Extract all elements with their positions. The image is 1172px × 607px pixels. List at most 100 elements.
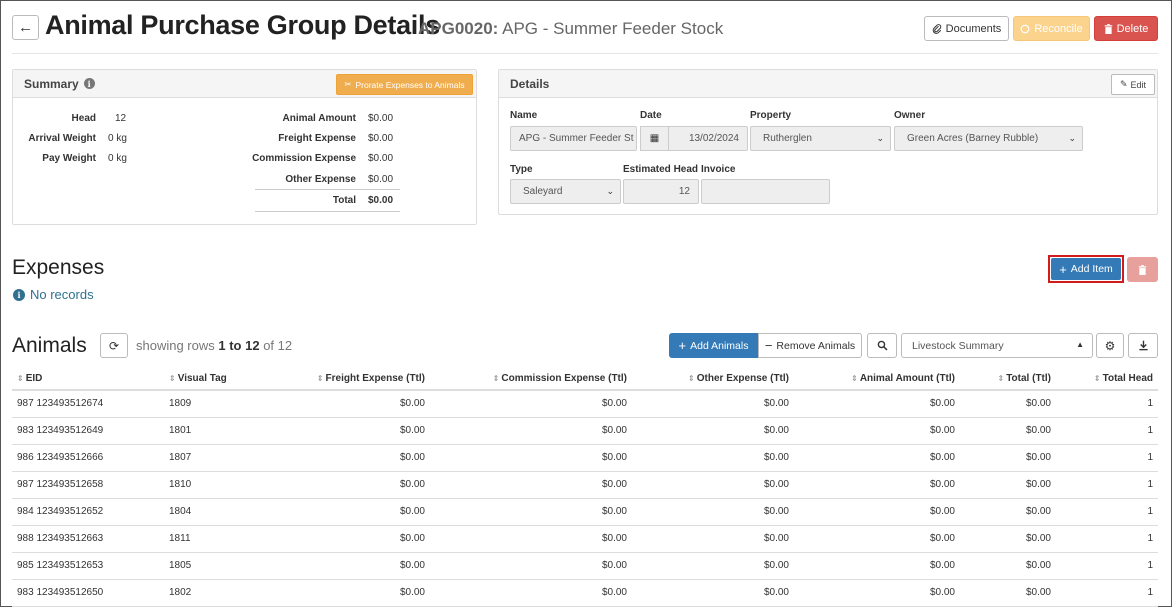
table-cell: $0.00 <box>794 525 960 553</box>
table-cell: $0.00 <box>960 417 1056 445</box>
table-row[interactable]: 987 123493512658 1810 $0.00 $0.00 $0.00 $0.00… <box>12 471 1158 499</box>
table-row[interactable]: 985 123493512653 1805 $0.00 $0.00 $0.00 $0.00… <box>12 552 1158 580</box>
table-cell: 1 <box>1056 525 1158 553</box>
column-header-total-head[interactable]: ⇕ Total Head <box>1056 367 1158 391</box>
column-header-label: Other Expense (Ttl) <box>696 372 789 384</box>
column-header-eid[interactable]: ⇕ EID <box>12 367 164 391</box>
table-cell: 984 123493512652 <box>12 498 164 526</box>
download-button[interactable] <box>1128 333 1158 358</box>
paperclip-icon <box>932 23 941 34</box>
table-cell: 1 <box>1056 552 1158 580</box>
pay-weight-label: Pay Weight <box>42 153 96 164</box>
table-row[interactable]: 987 123493512674 1809 $0.00 $0.00 $0.00 $0.00… <box>12 390 1158 418</box>
property-label: Property <box>750 110 792 121</box>
invoice-label: Invoice <box>701 164 736 175</box>
property-select[interactable]: Rutherglen ⌄ <box>750 126 891 151</box>
column-header-total[interactable]: ⇕ Total (Ttl) <box>960 367 1056 391</box>
animal-amount-label: Animal Amount <box>282 113 356 124</box>
delete-expense-button[interactable] <box>1127 257 1158 282</box>
documents-button[interactable]: Documents <box>924 16 1009 41</box>
row-range: 1 to 12 <box>218 338 260 353</box>
table-cell: $0.00 <box>960 498 1056 526</box>
summary-panel-header: Summary i ✂ Prorate Expenses to Animals <box>13 70 476 98</box>
refresh-icon: ⟳ <box>108 338 120 353</box>
type-label: Type <box>510 164 533 175</box>
sort-icon: ⇕ <box>851 373 858 383</box>
settings-button[interactable]: ⚙ <box>1096 333 1124 358</box>
table-cell: 1801 <box>164 417 304 445</box>
table-row[interactable]: 984 123493512652 1804 $0.00 $0.00 $0.00 $0.00… <box>12 498 1158 526</box>
download-icon <box>1138 340 1148 351</box>
table-row[interactable]: 986 123493512666 1807 $0.00 $0.00 $0.00 $0.00… <box>12 444 1158 472</box>
remove-animals-label: Remove Animals <box>776 339 856 352</box>
reconcile-button[interactable]: Reconcile <box>1013 16 1090 41</box>
plus-icon: + <box>1059 261 1067 277</box>
type-select[interactable]: Saleyard ⌄ <box>510 179 621 204</box>
estimated-head-field[interactable]: 12 <box>623 179 699 204</box>
column-header-visual-tag[interactable]: ⇕ Visual Tag <box>164 367 304 391</box>
prorate-expenses-button[interactable]: ✂ Prorate Expenses to Animals <box>336 74 473 95</box>
freight-expense-value: $0.00 <box>368 133 394 144</box>
refresh-button[interactable]: ⟳ <box>100 333 128 358</box>
column-header-commission-expense[interactable]: ⇕ Commission Expense (Ttl) <box>430 367 632 391</box>
info-icon[interactable]: i <box>83 78 95 89</box>
page-subtitle: APG0020: APG - Summer Feeder Stock <box>418 19 723 39</box>
total-label: Total <box>332 195 356 206</box>
column-header-label: Animal Amount (Ttl) <box>859 372 955 384</box>
invoice-field[interactable] <box>701 179 830 204</box>
table-cell: $0.00 <box>632 579 794 607</box>
name-value: APG - Summer Feeder St <box>519 133 634 144</box>
trash-icon <box>1138 264 1147 275</box>
owner-select[interactable]: Green Acres (Barney Rubble) ⌄ <box>894 126 1083 151</box>
prorate-label: Prorate Expenses to Animals <box>355 79 465 90</box>
search-icon <box>877 340 888 351</box>
chevron-down-icon: ⌄ <box>606 186 614 196</box>
column-header-freight-expense[interactable]: ⇕ Freight Expense (Ttl) <box>304 367 430 391</box>
table-row[interactable]: 983 123493512649 1801 $0.00 $0.00 $0.00 $0.00… <box>12 417 1158 445</box>
column-header-other-expense[interactable]: ⇕ Other Expense (Ttl) <box>632 367 794 391</box>
table-cell: $0.00 <box>794 579 960 607</box>
date-field[interactable]: 13/02/2024 <box>668 126 748 151</box>
search-button[interactable] <box>867 333 897 358</box>
remove-animals-button[interactable]: − Remove Animals <box>758 333 862 358</box>
summary-title: Summary <box>24 76 79 91</box>
column-header-label: Commission Expense (Ttl) <box>501 372 627 384</box>
calendar-icon[interactable]: ▦ <box>640 126 669 151</box>
column-header-animal-amount[interactable]: ⇕ Animal Amount (Ttl) <box>794 367 960 391</box>
sort-icon: ⇕ <box>17 373 24 383</box>
add-animals-button[interactable]: + Add Animals <box>669 333 758 358</box>
back-button[interactable]: ← <box>12 15 39 40</box>
table-cell: $0.00 <box>430 552 632 580</box>
details-panel-header: Details ✎ Edit <box>499 70 1157 98</box>
add-item-button[interactable]: + Add Item <box>1051 258 1121 280</box>
column-header-label: EID <box>25 372 43 384</box>
trash-icon <box>1104 23 1112 34</box>
no-records-message: i No records <box>13 287 94 302</box>
estimated-head-value: 12 <box>678 186 690 197</box>
table-cell: 1804 <box>164 498 304 526</box>
table-cell: $0.00 <box>304 579 430 607</box>
table-cell: $0.00 <box>304 417 430 445</box>
table-cell: 1 <box>1056 579 1158 607</box>
table-row[interactable]: 988 123493512663 1811 $0.00 $0.00 $0.00 $0.00… <box>12 525 1158 553</box>
table-cell: $0.00 <box>794 552 960 580</box>
edit-button[interactable]: ✎ Edit <box>1111 74 1155 95</box>
table-cell: $0.00 <box>632 417 794 445</box>
table-cell: 1810 <box>164 471 304 499</box>
scissors-icon: ✂ <box>344 79 352 89</box>
view-select[interactable]: Livestock Summary ▲ <box>901 333 1093 358</box>
header-divider <box>12 53 1158 54</box>
table-cell: 1 <box>1056 471 1158 499</box>
animals-table: ⇕ EID ⇕ Visual Tag ⇕ Freight Expense (Ttl) … <box>12 367 1158 607</box>
table-cell: $0.00 <box>430 444 632 472</box>
table-row[interactable]: 983 123493512650 1802 $0.00 $0.00 $0.00 $0.00… <box>12 579 1158 607</box>
chevron-down-icon: ⌄ <box>876 133 884 143</box>
sort-icon: ⇕ <box>169 373 176 383</box>
row-count-text: showing rows 1 to 12 of 12 <box>136 338 292 353</box>
summary-total-divider <box>255 189 400 190</box>
table-cell: 983 123493512649 <box>12 417 164 445</box>
sort-icon: ⇕ <box>1093 373 1101 383</box>
name-field[interactable]: APG - Summer Feeder St <box>510 126 637 151</box>
table-cell: 988 123493512663 <box>12 525 164 553</box>
delete-button[interactable]: Delete <box>1094 16 1158 41</box>
